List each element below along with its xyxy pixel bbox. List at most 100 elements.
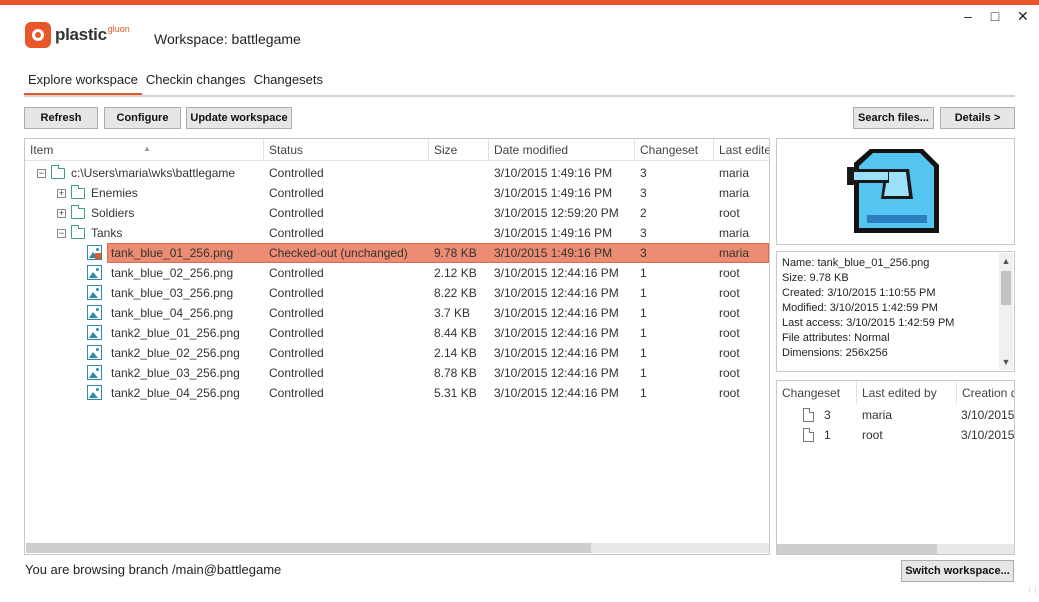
detail-modified: Modified: 3/10/2015 1:42:59 PM [782,302,938,314]
hist-col-last-edited-by[interactable]: Last edited by [857,381,957,405]
cell-date-modified: 3/10/2015 1:49:16 PM [494,246,613,260]
scroll-up-icon[interactable]: ▲ [999,255,1013,267]
cell-size: 5.31 KB [434,386,477,400]
cell-size [434,203,489,223]
cell-status: Controlled [269,266,324,280]
table-row[interactable]: tank_blue_01_256.png Checked-out (unchang… [25,243,769,263]
cell-date-modified: 3/10/2015 12:44:16 PM [494,286,619,300]
cell-date-modified: 3/10/2015 12:44:16 PM [494,386,619,400]
folder-icon [71,225,85,239]
col-status[interactable]: Status [264,139,429,161]
history-horizontal-scrollbar[interactable] [777,544,1014,554]
hist-cell-date: 3/10/2015 [961,408,1015,422]
details-button[interactable]: Details > [940,107,1015,129]
cell-changeset: 1 [640,286,647,300]
table-row[interactable]: − c:\Users\maria\wks\battlegame Controlled… [25,163,769,183]
collapse-icon[interactable]: − [37,169,46,178]
history-row[interactable]: 1 root 3/10/2015 [777,425,1014,445]
switch-workspace-button[interactable]: Switch workspace... [901,560,1014,582]
workspace-title: Workspace: battlegame [154,31,301,47]
cell-size: 8.44 KB [434,326,477,340]
col-size[interactable]: Size [429,139,489,161]
cell-item: Enemies [91,186,138,200]
col-item[interactable]: Item ▲ [25,139,264,161]
resize-grip-icon[interactable]: ⋮⋮ [1026,587,1039,598]
cell-status: Controlled [269,166,324,180]
update-workspace-button[interactable]: Update workspace [186,107,292,129]
collapse-icon[interactable]: − [57,229,66,238]
col-changeset[interactable]: Changeset [635,139,714,161]
configure-button[interactable]: Configure [104,107,181,129]
minimize-icon[interactable]: – [963,9,973,23]
refresh-button[interactable]: Refresh [24,107,98,129]
cell-status: Controlled [269,186,324,200]
cell-date-modified: 3/10/2015 12:44:16 PM [494,366,619,380]
scroll-thumb[interactable] [26,543,591,553]
cell-size: 8.78 KB [434,366,477,380]
expand-icon[interactable]: + [57,189,66,198]
sort-up-icon: ▲ [143,144,151,153]
cell-item: Tanks [91,226,123,240]
history-panel: Changeset Last edited by Creation d 3 mar… [776,380,1015,555]
history-row[interactable]: 3 maria 3/10/2015 [777,405,1015,425]
hist-cell-user: root [862,428,883,442]
table-row[interactable]: tank2_blue_02_256.png Controlled 2.14 KB 3/… [25,343,769,363]
cell-item: c:\Users\maria\wks\battlegame [71,166,236,180]
plastic-logo-icon [25,22,51,48]
cell-size: 8.22 KB [434,286,477,300]
cell-status: Controlled [269,386,324,400]
cell-date-modified: 3/10/2015 12:59:20 PM [494,206,619,220]
maximize-icon[interactable]: □ [990,9,1000,23]
cell-last-edited: root [719,266,740,280]
details-vertical-scrollbar[interactable]: ▲ ▼ [999,253,1013,370]
cell-changeset: 3 [640,246,647,260]
table-row[interactable]: tank_blue_04_256.png Controlled 3.7 KB 3/10… [25,303,769,323]
image-preview [776,138,1015,245]
table-row[interactable]: − Tanks Controlled 3/10/2015 1:49:16 PM 3 mar… [25,223,769,243]
scroll-thumb[interactable] [777,544,937,554]
cell-changeset: 1 [640,366,647,380]
detail-last-access: Last access: 3/10/2015 1:42:59 PM [782,317,955,329]
expand-icon[interactable]: + [57,209,66,218]
image-file-icon [87,305,102,320]
cell-item: Soldiers [91,206,135,220]
table-row[interactable]: + Soldiers Controlled 3/10/2015 12:59:20 PM… [25,203,769,223]
tab-divider [24,95,1015,97]
cell-status: Controlled [269,286,324,300]
cell-status: Checked-out (unchanged) [269,246,408,260]
cell-date-modified: 3/10/2015 1:49:16 PM [494,166,613,180]
hist-col-changeset[interactable]: Changeset [777,381,857,405]
hist-cell-user: maria [862,408,893,422]
table-row[interactable]: tank2_blue_03_256.png Controlled 8.78 KB 3/… [25,363,769,383]
image-file-icon [87,345,102,360]
hist-col-creation-date[interactable]: Creation d [957,381,1014,405]
tab-changesets[interactable]: Changesets [250,72,327,96]
col-last-edited[interactable]: Last edite [714,139,769,161]
table-row[interactable]: tank2_blue_04_256.png Controlled 5.31 KB 3/… [25,383,769,403]
table-row[interactable]: tank2_blue_01_256.png Controlled 8.44 KB 3/… [25,323,769,343]
table-row[interactable]: tank_blue_03_256.png Controlled 8.22 KB 3/1… [25,283,769,303]
scroll-down-icon[interactable]: ▼ [999,356,1013,368]
logo-sup: gluon [107,24,130,34]
accent-bar [0,0,1039,5]
cell-date-modified: 3/10/2015 12:44:16 PM [494,266,619,280]
search-files-button[interactable]: Search files... [853,107,934,129]
workspace-grid: Item ▲ Status Size Date modified Changese… [24,138,770,555]
scroll-thumb[interactable] [1001,271,1011,305]
tab-checkin-changes[interactable]: Checkin changes [142,72,250,96]
image-file-icon [87,365,102,380]
table-row[interactable]: tank_blue_02_256.png Controlled 2.12 KB 3/1… [25,263,769,283]
cell-status: Controlled [269,326,324,340]
cell-size: 2.14 KB [434,346,477,360]
close-icon[interactable]: ✕ [1017,9,1029,23]
cell-last-edited: root [719,346,740,360]
detail-attributes: File attributes: Normal [782,332,890,344]
col-date-modified[interactable]: Date modified [489,139,635,161]
grid-horizontal-scrollbar[interactable] [26,543,769,553]
cell-last-edited: root [719,286,740,300]
tab-explore-workspace[interactable]: Explore workspace [24,72,142,96]
cell-date-modified: 3/10/2015 12:44:16 PM [494,326,619,340]
cell-last-edited: root [719,306,740,320]
cell-last-edited: maria [719,246,750,260]
table-row[interactable]: + Enemies Controlled 3/10/2015 1:49:16 PM 3 m… [25,183,769,203]
